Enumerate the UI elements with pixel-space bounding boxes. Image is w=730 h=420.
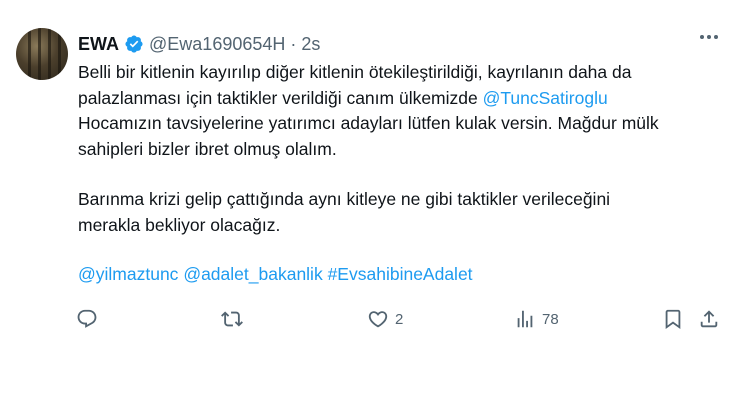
hashtag-link[interactable]: #EvsahibineAdalet (328, 264, 473, 284)
bookmark-button[interactable] (662, 304, 684, 334)
like-count: 2 (395, 310, 404, 328)
views-button[interactable]: 78 (514, 304, 559, 334)
mention-link[interactable]: @yilmaztunc (78, 264, 178, 284)
bookmark-icon (665, 309, 681, 330)
action-bar: 2 78 (76, 304, 726, 334)
author-name[interactable]: EWA (78, 34, 119, 55)
tweet-text-line: Belli bir kitlenin kayırılıp diğer kitle… (78, 62, 632, 82)
verified-icon[interactable] (124, 34, 144, 54)
more-icon[interactable] (700, 35, 718, 39)
mention-link[interactable]: @adalet_bakanlik (183, 264, 322, 284)
author-handle[interactable]: @Ewa1690654H (149, 34, 285, 55)
share-button[interactable] (698, 304, 720, 334)
tweet-text-line: merakla bekliyor olacağız. (78, 214, 281, 235)
retweet-icon (221, 311, 243, 327)
tag-line: @yilmaztunc @adalet_bakanlik #Evsahibine… (78, 262, 473, 287)
like-button[interactable]: 2 (367, 304, 403, 334)
reply-button[interactable] (76, 304, 104, 334)
timestamp[interactable]: 2s (301, 34, 320, 55)
tweet-text-line: palazlanması için taktikler verildiği ca… (78, 86, 718, 112)
mention-link[interactable]: @TuncSatiroglu (483, 88, 608, 108)
views-count: 78 (542, 310, 559, 328)
tweet-header: EWA @Ewa1690654H · 2s (78, 31, 320, 57)
tweet-text: Belli bir kitlenin kayırılıp diğer kitle… (78, 60, 718, 238)
avatar[interactable] (16, 28, 68, 80)
tweet[interactable]: EWA @Ewa1690654H · 2s Belli bir kitlenin… (0, 0, 730, 420)
tweet-text-line: Hocamızın tavsiyelerine yatırımcı adayla… (78, 113, 659, 133)
share-icon (700, 310, 718, 328)
separator-dot: · (290, 33, 297, 54)
like-icon (368, 311, 388, 328)
tweet-text-line: Barınma krizi gelip çattığında aynı kitl… (78, 189, 611, 209)
tweet-text-segment: palazlanması için taktikler verildiği ca… (78, 87, 483, 108)
reply-icon (77, 309, 97, 328)
tweet-text-line: sahipleri bizler ibret olmuş olalım. (78, 138, 337, 159)
retweet-button[interactable] (221, 304, 249, 334)
views-icon (517, 310, 533, 328)
